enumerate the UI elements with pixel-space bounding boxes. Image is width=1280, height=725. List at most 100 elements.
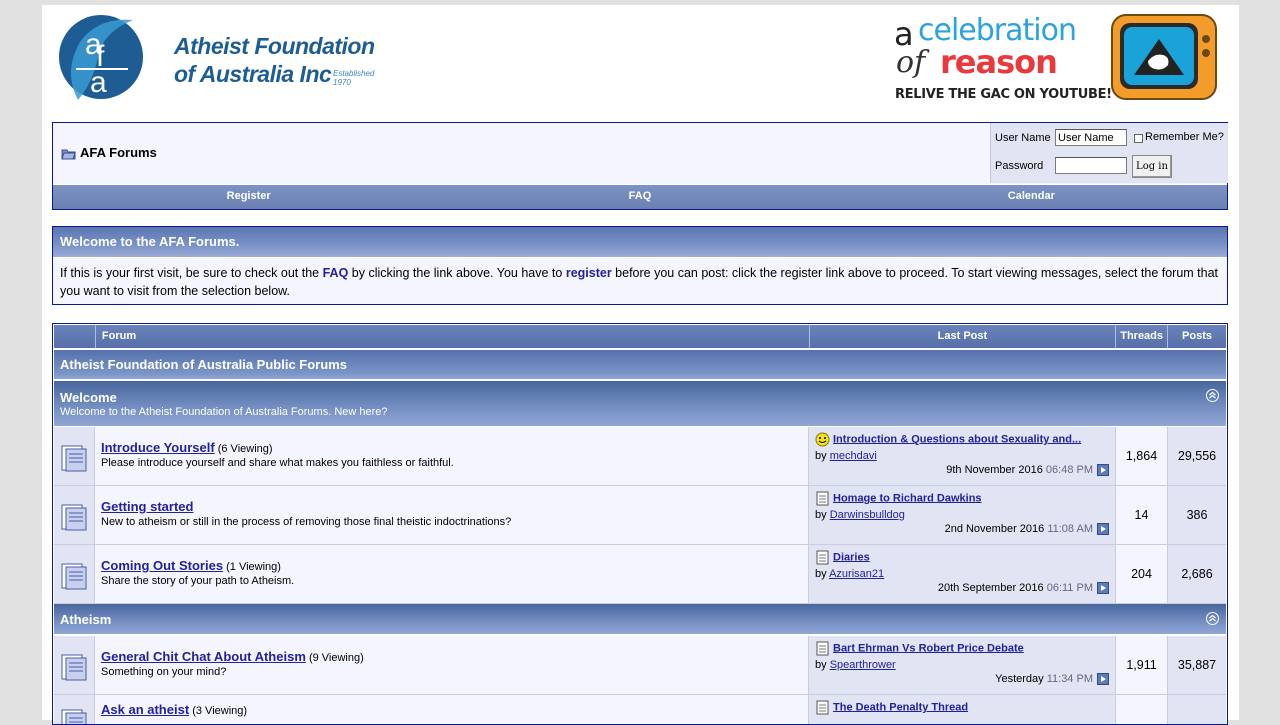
post-count bbox=[1168, 695, 1226, 724]
thread-count: 1,911 bbox=[1116, 636, 1168, 694]
go-to-last-post-icon[interactable] bbox=[1097, 582, 1109, 595]
last-post-date: Yesterday bbox=[995, 673, 1044, 685]
forum-status-icon bbox=[61, 709, 87, 724]
forum-row: Introduce Yourself (6 Viewing) Please in… bbox=[54, 427, 1226, 486]
nav-register-link[interactable]: Register bbox=[53, 185, 444, 209]
forum-description: New to atheism or still in the process o… bbox=[101, 516, 512, 528]
navbar: AFA Forums User Name Remember Me? Passwo… bbox=[52, 122, 1228, 210]
remember-checkbox[interactable] bbox=[1134, 134, 1143, 143]
password-label: Password bbox=[995, 160, 1044, 172]
section-description: Welcome to the Atheist Foundation of Aus… bbox=[60, 406, 388, 418]
last-post-date: 9th November 2016 bbox=[946, 464, 1043, 476]
logo-title-line1: Atheist Foundation bbox=[174, 33, 375, 59]
last-post-user[interactable]: Spearthrower bbox=[830, 659, 896, 671]
last-post-title[interactable]: The Death Penalty Thread bbox=[833, 701, 968, 713]
forum-row: Getting started New to atheism or still … bbox=[54, 486, 1226, 545]
banner-reason: reason bbox=[940, 43, 1058, 81]
last-post-by: by bbox=[815, 509, 830, 521]
gac-banner[interactable]: a celebration of reason RELIVE THE GAC O… bbox=[860, 5, 1225, 108]
go-to-last-post-icon[interactable] bbox=[1097, 523, 1109, 536]
last-post: The Death Penalty Thread bbox=[809, 695, 1116, 724]
last-post-by: by bbox=[815, 450, 830, 462]
register-link[interactable]: register bbox=[566, 266, 612, 280]
forum-status bbox=[54, 636, 95, 694]
afa-logo[interactable]: a f a Atheist Foundation of Australia In… bbox=[56, 10, 386, 110]
remember-label: Remember Me? bbox=[1145, 131, 1224, 143]
smiley-icon bbox=[815, 432, 830, 447]
logo-established: Established 1970 bbox=[333, 69, 375, 87]
last-post-title[interactable]: Diaries bbox=[833, 551, 870, 563]
last-post-time: 06:11 PM bbox=[1046, 582, 1093, 594]
breadcrumb-label[interactable]: AFA Forums bbox=[80, 145, 157, 160]
nav-links: Register FAQ Calendar bbox=[53, 184, 1227, 209]
go-to-last-post-icon[interactable] bbox=[1097, 464, 1109, 477]
section-title[interactable]: Atheism bbox=[60, 612, 1226, 627]
forum-info: General Chit Chat About Atheism (9 Viewi… bbox=[95, 636, 809, 694]
forum-row: Coming Out Stories (1 Viewing) Share the… bbox=[54, 545, 1226, 604]
header-forum: Forum bbox=[95, 325, 810, 348]
svg-text:a: a bbox=[90, 66, 107, 99]
forum-viewing: (9 Viewing) bbox=[308, 652, 364, 664]
forum-status-icon bbox=[61, 563, 87, 590]
post-count: 29,556 bbox=[1168, 427, 1226, 485]
folder-icon bbox=[61, 149, 76, 160]
forum-info: Ask an atheist (3 Viewing) bbox=[95, 695, 809, 724]
category-header[interactable]: Atheist Foundation of Australia Public F… bbox=[54, 350, 1226, 380]
last-post: Diaries by Azurisan21 20th September 201… bbox=[809, 545, 1116, 603]
forum-row: Ask an atheist (3 Viewing) The Death Pen… bbox=[54, 695, 1226, 724]
breadcrumb[interactable]: AFA Forums bbox=[61, 145, 157, 160]
forum-viewing: (3 Viewing) bbox=[192, 705, 248, 717]
last-post-user[interactable]: Azurisan21 bbox=[829, 568, 884, 580]
collapse-icon[interactable] bbox=[1206, 612, 1219, 625]
section-title[interactable]: Welcome bbox=[60, 390, 1226, 405]
forum-info: Getting started New to atheism or still … bbox=[95, 486, 809, 544]
last-post-time: 11:34 PM bbox=[1046, 673, 1093, 685]
notice-body: If this is your first visit, be sure to … bbox=[53, 258, 1227, 306]
post-count: 35,887 bbox=[1168, 636, 1226, 694]
username-input[interactable] bbox=[1055, 129, 1127, 146]
notice-title: Welcome to the AFA Forums. bbox=[53, 227, 1227, 258]
last-post-time: 06:48 PM bbox=[1045, 464, 1093, 476]
section-header-atheism[interactable]: Atheism bbox=[54, 604, 1226, 635]
username-label: User Name bbox=[995, 132, 1051, 144]
password-input[interactable] bbox=[1055, 157, 1127, 174]
last-post-date: 20th September 2016 bbox=[937, 582, 1044, 594]
last-post-user[interactable]: mechdavi bbox=[830, 450, 877, 462]
forum-info: Introduce Yourself (6 Viewing) Please in… bbox=[95, 427, 809, 485]
last-post-user[interactable]: Darwinsbulldog bbox=[830, 509, 905, 521]
nav-faq-link[interactable]: FAQ bbox=[444, 185, 835, 209]
forum-link[interactable]: Ask an atheist bbox=[101, 702, 189, 717]
login-button[interactable]: Log in bbox=[1132, 155, 1172, 178]
last-post-title[interactable]: Introduction & Questions about Sexuality… bbox=[833, 433, 1081, 445]
forum-row: General Chit Chat About Atheism (9 Viewi… bbox=[54, 636, 1226, 695]
login-panel: User Name Remember Me? Password Log in bbox=[990, 123, 1228, 183]
section-header-welcome[interactable]: Welcome Welcome to the Atheist Foundatio… bbox=[54, 381, 1226, 427]
forum-status-icon bbox=[61, 504, 87, 531]
nav-calendar-link[interactable]: Calendar bbox=[836, 185, 1227, 209]
forum-status-icon bbox=[61, 654, 87, 681]
forum-link[interactable]: Getting started bbox=[101, 499, 193, 514]
go-to-last-post-icon[interactable] bbox=[1097, 673, 1109, 686]
document-icon bbox=[816, 550, 829, 565]
notice-text-2: by clicking the link above. You have to bbox=[348, 266, 566, 280]
faq-link[interactable]: FAQ bbox=[323, 266, 349, 280]
notice-text-1: If this is your first visit, be sure to … bbox=[60, 266, 323, 280]
forum-link[interactable]: General Chit Chat About Atheism bbox=[101, 649, 306, 664]
header-posts: Posts bbox=[1168, 325, 1226, 348]
forum-description: Please introduce yourself and share what… bbox=[101, 457, 454, 469]
forum-status bbox=[54, 427, 95, 485]
last-post-time: 11:08 AM bbox=[1047, 523, 1093, 535]
forum-link[interactable]: Introduce Yourself bbox=[101, 440, 215, 455]
last-post: Bart Ehrman Vs Robert Price Debate by Sp… bbox=[809, 636, 1116, 694]
thread-count: 1,864 bbox=[1116, 427, 1168, 485]
thread-count bbox=[1116, 695, 1168, 724]
document-icon bbox=[816, 641, 829, 656]
last-post-title[interactable]: Bart Ehrman Vs Robert Price Debate bbox=[833, 642, 1024, 654]
post-count: 386 bbox=[1168, 486, 1226, 544]
last-post: Introduction & Questions about Sexuality… bbox=[809, 427, 1116, 485]
tv-icon bbox=[1111, 14, 1217, 100]
header-threads: Threads bbox=[1116, 325, 1169, 348]
collapse-icon[interactable] bbox=[1206, 389, 1219, 402]
last-post-title[interactable]: Homage to Richard Dawkins bbox=[833, 492, 982, 504]
forum-link[interactable]: Coming Out Stories bbox=[101, 558, 223, 573]
